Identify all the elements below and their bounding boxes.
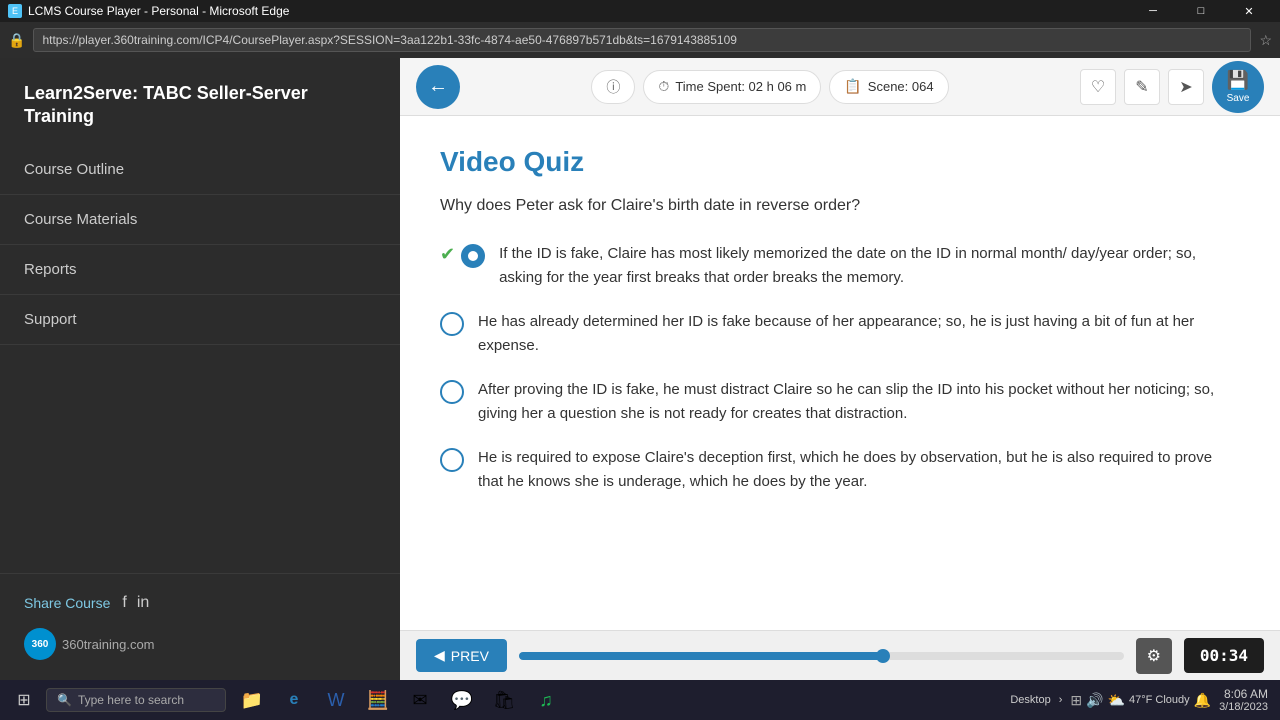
sidebar-item-course-materials[interactable]: Course Materials: [0, 195, 400, 245]
back-button[interactable]: ←: [416, 65, 460, 109]
sidebar: Learn2Serve: TABC Seller-Server Training…: [0, 58, 400, 680]
progress-bar-track[interactable]: [519, 652, 1124, 660]
radio-button-1[interactable]: [461, 244, 485, 268]
info-pill: ⓘ: [591, 70, 635, 104]
bottom-bar: ◀ PREV ⚙ 00:34: [400, 630, 1280, 680]
settings-button[interactable]: ⚙: [1136, 638, 1172, 674]
network-icon[interactable]: ⊞: [1070, 692, 1082, 709]
sidebar-item-support[interactable]: Support: [0, 295, 400, 345]
answer-option-4[interactable]: He is required to expose Claire's decept…: [440, 446, 1240, 494]
radio-button-3[interactable]: [440, 380, 464, 404]
taskbar-app-mail[interactable]: ✉: [400, 681, 440, 719]
taskbar-search-label: Type here to search: [78, 693, 184, 707]
prev-label: PREV: [451, 648, 489, 664]
facebook-icon[interactable]: f: [122, 594, 126, 612]
close-button[interactable]: ✕: [1226, 0, 1272, 22]
toolbar-actions: ♡ ✎ ➤ 💾 Save: [1080, 61, 1264, 113]
notification-icon[interactable]: 🔔: [1194, 692, 1211, 709]
social-icons: f in: [122, 594, 149, 612]
answer-text-1: If the ID is fake, Claire has most likel…: [499, 242, 1240, 290]
logo-icon: 360: [24, 628, 56, 660]
edit-button[interactable]: ✎: [1124, 69, 1160, 105]
time-spent-label: Time Spent: 02 h 06 m: [675, 79, 806, 94]
taskbar-icons: ⊞ 🔊 ⛅ 47°F Cloudy 🔔: [1070, 692, 1211, 709]
radio-inner-1: [468, 251, 478, 261]
radio-button-2[interactable]: [440, 312, 464, 336]
taskbar-app-word[interactable]: W: [316, 681, 356, 719]
minimize-button[interactable]: ─: [1130, 0, 1176, 22]
taskbar-app-spotify[interactable]: ♫: [526, 681, 566, 719]
scene-icon: 📋: [844, 78, 861, 95]
checkmark-icon: ✔: [440, 244, 455, 265]
info-icon: ⓘ: [606, 77, 620, 97]
answer-option-2[interactable]: He has already determined her ID is fake…: [440, 310, 1240, 358]
taskbar-app-chat[interactable]: 💬: [442, 681, 482, 719]
save-icon: 💾: [1227, 70, 1249, 91]
volume-icon[interactable]: 🔊: [1086, 692, 1103, 709]
lock-icon: 🔒: [8, 32, 25, 49]
progress-thumb: [876, 649, 890, 663]
logo-area: 360 360training.com: [24, 628, 376, 660]
title-bar: E LCMS Course Player - Personal - Micros…: [0, 0, 1280, 22]
window-title: LCMS Course Player - Personal - Microsof…: [28, 4, 289, 18]
sidebar-nav: Course Outline Course Materials Reports …: [0, 145, 400, 573]
address-input[interactable]: [33, 28, 1251, 52]
browser-icon: E: [8, 4, 22, 18]
scene-pill: 📋 Scene: 064: [829, 70, 948, 104]
taskbar-app-edge[interactable]: e: [274, 681, 314, 719]
save-button[interactable]: 💾 Save: [1212, 61, 1264, 113]
taskbar-search[interactable]: 🔍 Type here to search: [46, 688, 226, 712]
search-icon: 🔍: [57, 693, 72, 707]
taskbar-clock: 8:06 AM 3/18/2023: [1219, 687, 1268, 713]
share-button[interactable]: ➤: [1168, 69, 1204, 105]
answer-text-4: He is required to expose Claire's decept…: [478, 446, 1240, 494]
taskbar-apps: 📁 e W 🧮 ✉ 💬 🛍 ♫: [232, 681, 566, 719]
start-button[interactable]: ⊞: [4, 681, 44, 719]
top-toolbar: ← ⓘ ⏱ Time Spent: 02 h 06 m 📋 Scene: 064…: [400, 58, 1280, 116]
clock-icon: ⏱: [658, 78, 669, 95]
desktop-label: Desktop: [1010, 694, 1050, 706]
taskbar-app-calc[interactable]: 🧮: [358, 681, 398, 719]
logo-text: 360training.com: [62, 637, 155, 652]
taskbar-date: 3/18/2023: [1219, 701, 1268, 713]
answer-text-3: After proving the ID is fake, he must di…: [478, 378, 1240, 426]
taskbar-time: 8:06 AM: [1219, 687, 1268, 701]
scene-label: Scene: 064: [868, 79, 934, 94]
sidebar-item-course-outline[interactable]: Course Outline: [0, 145, 400, 195]
prev-button[interactable]: ◀ PREV: [416, 639, 507, 672]
progress-bar-fill: [519, 652, 882, 660]
taskbar-app-files[interactable]: 📁: [232, 681, 272, 719]
timer-display: 00:34: [1184, 638, 1264, 673]
quiz-question: Why does Peter ask for Claire's birth da…: [440, 194, 1240, 218]
quiz-content: Video Quiz Why does Peter ask for Claire…: [400, 116, 1280, 630]
time-spent-pill: ⏱ Time Spent: 02 h 06 m: [643, 70, 821, 104]
star-icon[interactable]: ☆: [1259, 32, 1272, 49]
prev-arrow-icon: ◀: [434, 647, 445, 664]
toolbar-pills: ⓘ ⏱ Time Spent: 02 h 06 m 📋 Scene: 064: [470, 70, 1070, 104]
maximize-button[interactable]: □: [1178, 0, 1224, 22]
content-area: ← ⓘ ⏱ Time Spent: 02 h 06 m 📋 Scene: 064…: [400, 58, 1280, 680]
bookmark-button[interactable]: ♡: [1080, 69, 1116, 105]
quiz-title: Video Quiz: [440, 146, 1240, 178]
taskbar-app-store[interactable]: 🛍: [484, 681, 524, 719]
linkedin-icon[interactable]: in: [137, 594, 149, 612]
taskbar: ⊞ 🔍 Type here to search 📁 e W 🧮 ✉ 💬 🛍 ♫ …: [0, 680, 1280, 720]
radio-button-4[interactable]: [440, 448, 464, 472]
share-course-link[interactable]: Share Course: [24, 595, 110, 611]
answer-text-2: He has already determined her ID is fake…: [478, 310, 1240, 358]
sidebar-item-reports[interactable]: Reports: [0, 245, 400, 295]
address-bar: 🔒 ☆: [0, 22, 1280, 58]
taskbar-right: Desktop › ⊞ 🔊 ⛅ 47°F Cloudy 🔔 8:06 AM 3/…: [1010, 687, 1276, 713]
answer-option-1[interactable]: ✔ If the ID is fake, Claire has most lik…: [440, 242, 1240, 290]
course-title: Learn2Serve: TABC Seller-Server Training: [0, 58, 400, 145]
taskbar-chevron-icon: ›: [1059, 694, 1063, 706]
weather-icon: ⛅: [1108, 692, 1125, 709]
sidebar-footer: Share Course f in 360 360training.com: [0, 573, 400, 680]
save-label: Save: [1227, 93, 1250, 104]
weather-label: 47°F Cloudy: [1129, 694, 1190, 706]
answer-option-3[interactable]: After proving the ID is fake, he must di…: [440, 378, 1240, 426]
